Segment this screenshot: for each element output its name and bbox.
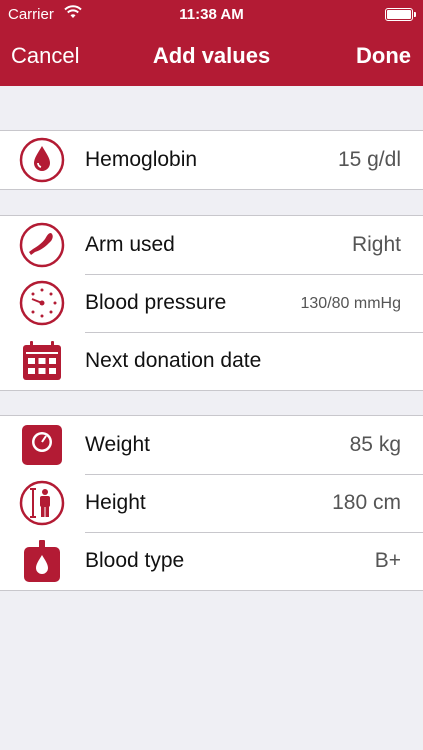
blood-bag-icon [19,538,65,584]
section-donation: Arm used Right Blood pressure 130/80 mmH… [0,215,423,391]
section-body: Weight 85 kg Height 180 cm Blood type B+ [0,415,423,591]
row-label: Hemoglobin [85,148,198,171]
row-value: 85 kg [349,433,401,456]
row-value: Right [351,233,401,256]
status-bar: Carrier 11:38 AM [0,0,423,30]
section-hemoglobin: Hemoglobin 15 g/dl [0,130,423,190]
row-value: 15 g/dl [337,148,401,171]
done-button[interactable]: Done [356,43,411,69]
row-label: Blood type [85,549,185,572]
scale-icon [19,422,65,468]
row-arm-used[interactable]: Arm used Right [0,216,423,274]
calendar-icon [19,338,65,384]
row-height[interactable]: Height 180 cm [0,474,423,532]
status-time: 11:38 AM [179,6,244,23]
row-next-donation-date[interactable]: Next donation date [0,332,423,390]
row-label: Blood pressure [85,291,227,314]
navigation-bar: Cancel Add values Done [0,30,423,86]
row-blood-pressure[interactable]: Blood pressure 130/80 mmHg [0,274,423,332]
top-bar: Carrier 11:38 AM Cancel Add values Done [0,0,423,86]
row-label: Height [85,491,146,514]
arm-icon [19,222,65,268]
blood-drop-icon [19,137,65,183]
row-label: Next donation date [85,349,262,372]
row-hemoglobin[interactable]: Hemoglobin 15 g/dl [0,131,423,189]
row-label: Weight [85,433,150,456]
battery-icon [385,8,416,21]
row-weight[interactable]: Weight 85 kg [0,416,423,474]
height-icon [19,480,65,526]
row-blood-type[interactable]: Blood type B+ [0,532,423,590]
pressure-gauge-icon [19,280,65,326]
row-value: 130/80 mmHg [300,295,402,312]
row-label: Arm used [85,233,175,256]
row-value: 180 cm [332,491,401,514]
row-value: B+ [374,549,401,572]
